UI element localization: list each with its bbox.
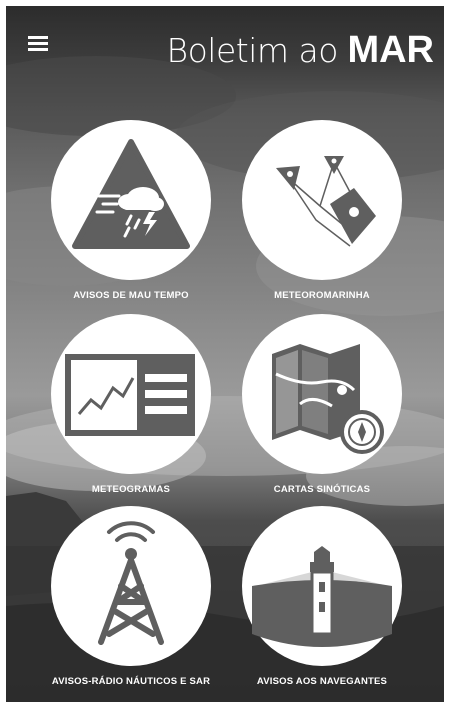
tile-circle (51, 314, 211, 474)
app-title-bold: MAR (347, 29, 434, 71)
tile-circle (242, 506, 402, 666)
tile-label: AVISOS DE MAU TEMPO (73, 290, 189, 301)
tile-label: AVISOS AOS NAVEGANTES (256, 676, 388, 687)
map-pins-icon (276, 156, 376, 247)
chart-panel-icon (65, 354, 195, 436)
tile-circle (51, 506, 211, 666)
tile-label: AVISOS-RÁDIO NÁUTICOS E SAR (51, 676, 211, 687)
lighthouse-icon (252, 546, 392, 647)
app-title: Boletim ao MAR (167, 28, 435, 73)
storm-warning-icon (72, 139, 190, 249)
app-title-light: Boletim ao (166, 31, 339, 70)
tile-circle (242, 120, 402, 280)
top-bar: Boletim ao MAR (6, 6, 444, 86)
map-compass-icon (272, 344, 384, 454)
tile-label: CARTAS SINÓTICAS (273, 484, 371, 495)
radio-tower-icon (98, 521, 164, 645)
app-screen: Boletim ao MAR AVISOS DE MAU TEMPO METEO… (6, 6, 444, 702)
tile-label: METEOGRAMAS (91, 484, 171, 495)
hamburger-menu-icon[interactable] (28, 36, 48, 52)
tile-label: METEOROMARINHA (274, 290, 370, 301)
tile-circle (51, 120, 211, 280)
tile-circle (242, 314, 402, 474)
